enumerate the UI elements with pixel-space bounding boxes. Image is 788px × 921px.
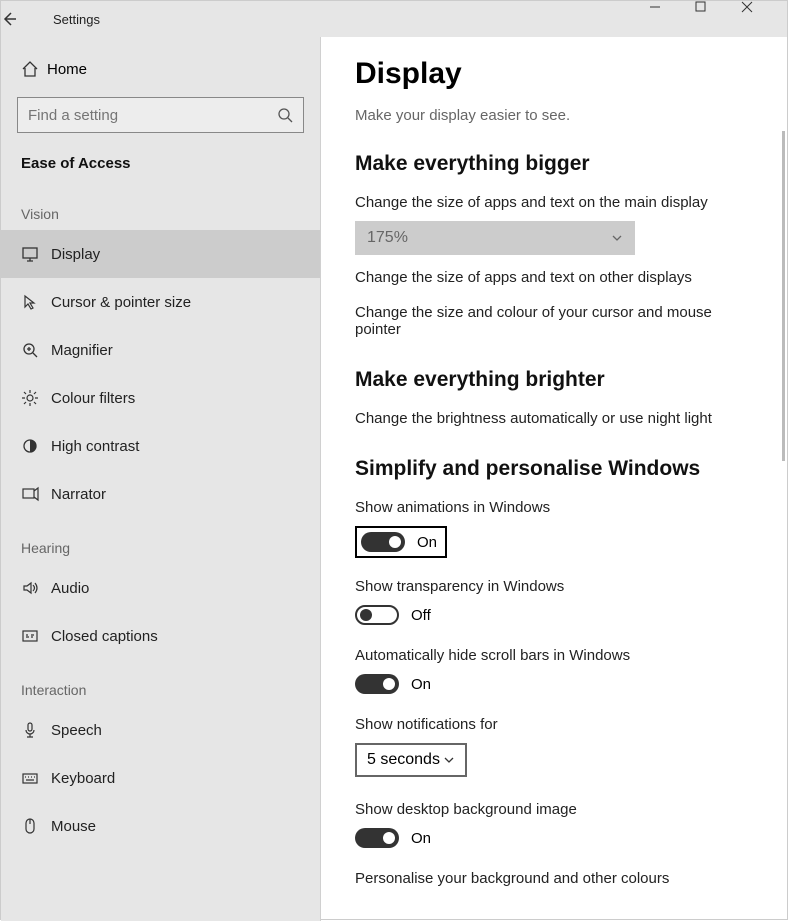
category-hearing: Hearing [1, 518, 320, 564]
animations-toggle[interactable] [361, 532, 405, 552]
magnifier-icon [21, 341, 51, 359]
category-vision: Vision [1, 184, 320, 230]
minimize-button[interactable] [649, 1, 695, 37]
title-bar: Settings [1, 1, 787, 37]
transparency-toggle[interactable] [355, 605, 399, 625]
page-title: Display [355, 57, 753, 91]
nav-label: Magnifier [51, 342, 113, 359]
nav-label: Narrator [51, 486, 106, 503]
animations-highlight: On [355, 526, 447, 558]
search-icon [277, 107, 293, 123]
cursor-link[interactable]: Change the size and colour of your curso… [355, 304, 753, 338]
other-displays-link[interactable]: Change the size of apps and text on othe… [355, 269, 753, 286]
nav-cursor[interactable]: Cursor & pointer size [1, 278, 320, 326]
desktop-bg-toggle[interactable] [355, 828, 399, 848]
nav-label: Display [51, 246, 100, 263]
section-heading-brighter: Make everything brighter [355, 368, 753, 392]
nav-audio[interactable]: Audio [1, 564, 320, 612]
page-subtitle: Make your display easier to see. [355, 107, 753, 124]
nav-colour-filters[interactable]: Colour filters [1, 374, 320, 422]
size-label: Change the size of apps and text on the … [355, 194, 753, 211]
nav-label: Colour filters [51, 390, 135, 407]
nav-high-contrast[interactable]: High contrast [1, 422, 320, 470]
nav-label: Cursor & pointer size [51, 294, 191, 311]
desktop-bg-state: On [411, 830, 431, 847]
home-label: Home [47, 61, 87, 78]
nav-label: High contrast [51, 438, 139, 455]
nav-label: Closed captions [51, 628, 158, 645]
display-icon [21, 245, 51, 263]
home-nav[interactable]: Home [1, 47, 320, 91]
transparency-state: Off [411, 607, 431, 624]
nav-keyboard[interactable]: Keyboard [1, 754, 320, 802]
mouse-icon [21, 817, 51, 835]
nav-label: Mouse [51, 818, 96, 835]
cursor-icon [21, 293, 51, 311]
nav-speech[interactable]: Speech [1, 706, 320, 754]
scrollbar[interactable] [782, 131, 785, 461]
notifications-label: Show notifications for [355, 716, 753, 733]
home-icon [21, 60, 47, 78]
nav-display[interactable]: Display [1, 230, 320, 278]
nav-label: Speech [51, 722, 102, 739]
brightness-icon [21, 389, 51, 407]
scrollbars-label: Automatically hide scroll bars in Window… [355, 647, 753, 664]
contrast-icon [21, 437, 51, 455]
notifications-value: 5 seconds [367, 751, 440, 769]
section-heading-simplify: Simplify and personalise Windows [355, 457, 753, 481]
back-button[interactable] [1, 11, 47, 27]
search-box[interactable] [17, 97, 304, 133]
category-interaction: Interaction [1, 660, 320, 706]
sidebar: Home Ease of Access Vision Display Curso… [1, 37, 321, 921]
narrator-icon [21, 485, 51, 503]
animations-label: Show animations in Windows [355, 499, 753, 516]
scale-dropdown[interactable]: 175% [355, 221, 635, 255]
captions-icon [21, 627, 51, 645]
notifications-dropdown[interactable]: 5 seconds [355, 743, 467, 777]
scale-value: 175% [367, 229, 408, 247]
close-button[interactable] [741, 1, 787, 37]
mic-icon [21, 721, 51, 739]
transparency-label: Show transparency in Windows [355, 578, 753, 595]
content-pane: Display Make your display easier to see.… [321, 37, 787, 921]
section-heading-bigger: Make everything bigger [355, 152, 753, 176]
maximize-button[interactable] [695, 1, 741, 37]
desktop-bg-label: Show desktop background image [355, 801, 753, 818]
window-title: Settings [53, 12, 100, 27]
chevron-down-icon [443, 754, 455, 766]
nav-mouse[interactable]: Mouse [1, 802, 320, 850]
brightness-link[interactable]: Change the brightness automatically or u… [355, 410, 753, 427]
chevron-down-icon [611, 232, 623, 244]
scrollbars-state: On [411, 676, 431, 693]
animations-state: On [417, 534, 437, 551]
audio-icon [21, 579, 51, 597]
scrollbars-toggle[interactable] [355, 674, 399, 694]
keyboard-icon [21, 769, 51, 787]
group-header: Ease of Access [1, 149, 320, 184]
search-input[interactable] [28, 107, 277, 124]
nav-captions[interactable]: Closed captions [1, 612, 320, 660]
nav-magnifier[interactable]: Magnifier [1, 326, 320, 374]
nav-label: Audio [51, 580, 89, 597]
nav-narrator[interactable]: Narrator [1, 470, 320, 518]
nav-label: Keyboard [51, 770, 115, 787]
personalise-link[interactable]: Personalise your background and other co… [355, 870, 753, 887]
